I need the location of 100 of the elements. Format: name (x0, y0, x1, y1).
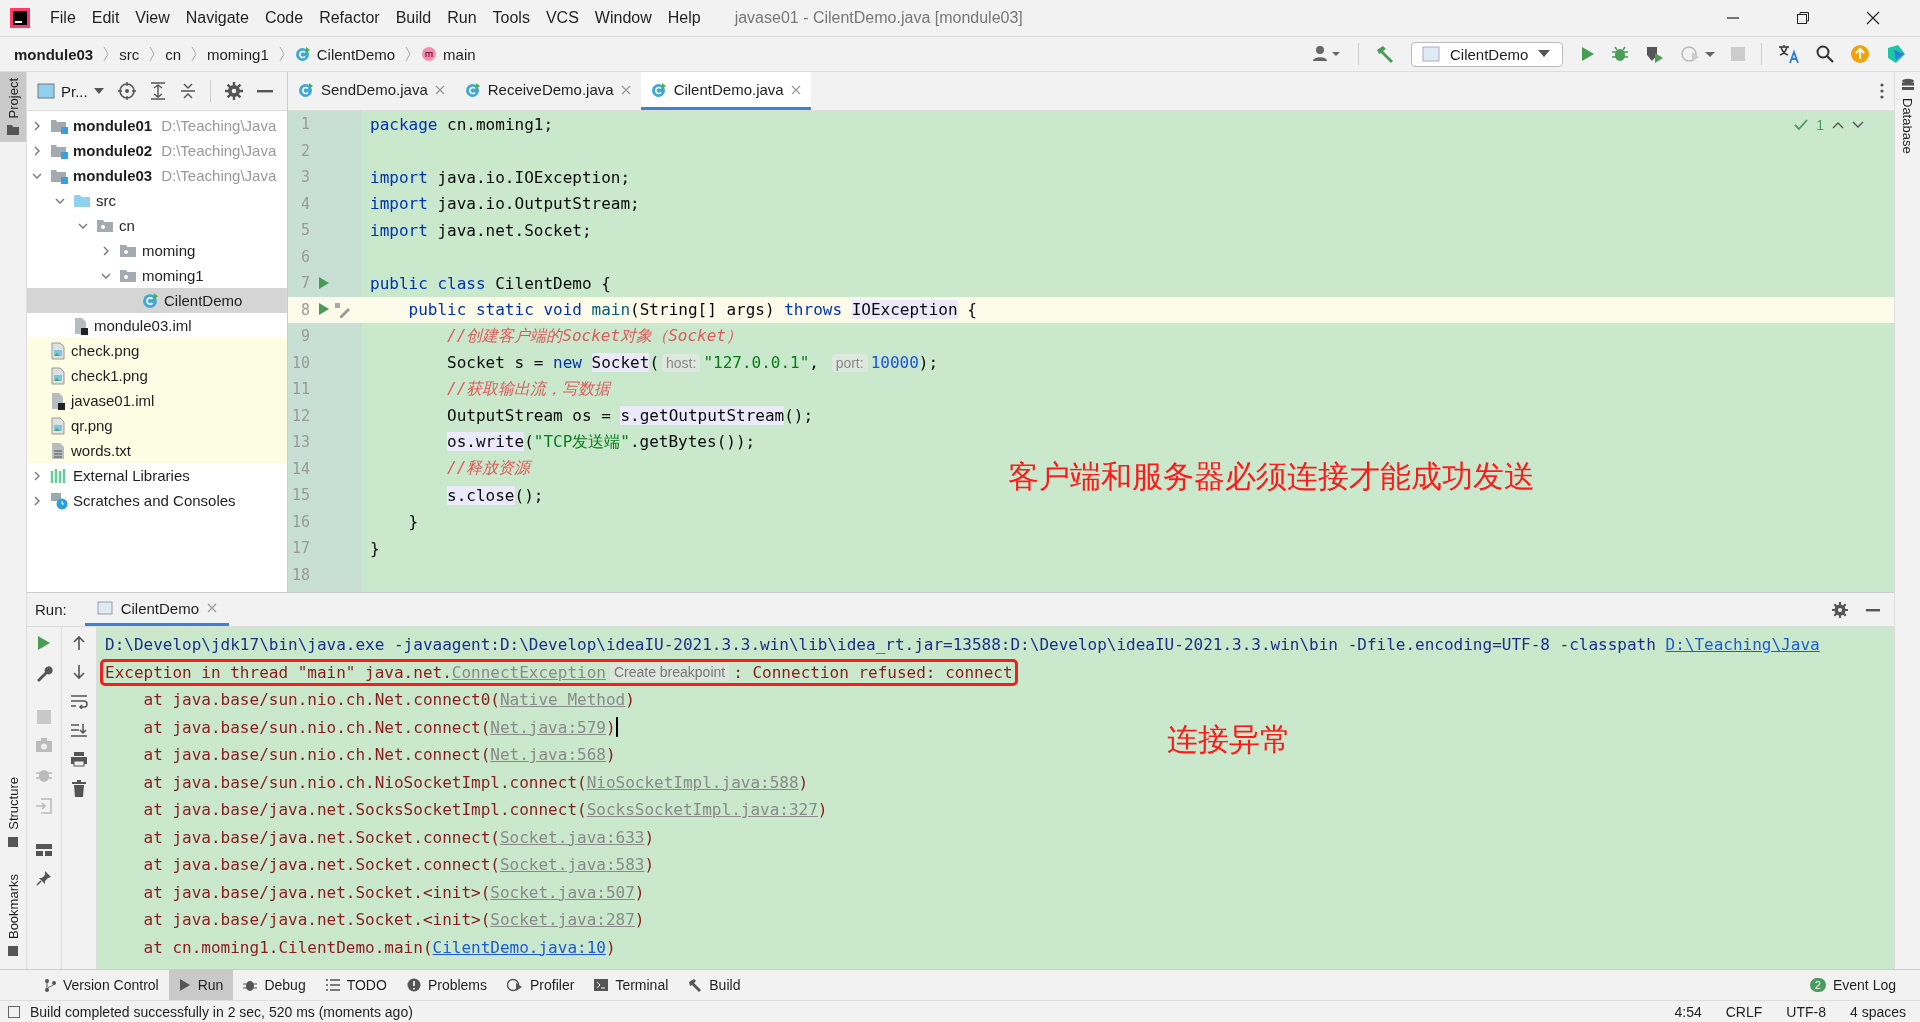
create-breakpoint-hint[interactable]: Create breakpoint (609, 663, 730, 682)
scroll-to-end-icon[interactable] (70, 722, 88, 738)
tool-window-button[interactable]: Debug (233, 970, 316, 1000)
tree-item[interactable]: words.txt (27, 438, 287, 463)
settings-icon[interactable] (1832, 601, 1848, 618)
soft-wrap-icon[interactable] (70, 693, 88, 709)
tool-window-button[interactable]: Version Control (34, 970, 169, 1000)
breadcrumb[interactable]: src (119, 45, 140, 63)
tool-window-button[interactable]: Run (168, 970, 234, 1000)
tree-item[interactable]: mondule03.iml (27, 313, 287, 338)
menu-item[interactable]: Window (586, 9, 660, 27)
minimize-panel-icon[interactable] (1866, 607, 1880, 612)
pin-icon[interactable] (36, 870, 52, 886)
override-pencil-icon[interactable] (334, 301, 350, 318)
event-log-button[interactable]: 2 Event Log (1799, 970, 1906, 1000)
expand-all-icon[interactable] (149, 82, 166, 100)
print-icon[interactable] (70, 751, 88, 767)
breadcrumb[interactable]: moming1 (207, 45, 269, 63)
chevron-down-icon[interactable] (1852, 121, 1864, 129)
tree-item[interactable]: moming1 (27, 263, 287, 288)
chevron-up-icon[interactable] (1832, 121, 1844, 129)
layout-icon[interactable] (35, 843, 53, 857)
tree-item[interactable]: mondule01 D:\Teaching\Java (27, 113, 287, 138)
tree-item[interactable]: Scratches and Consoles (27, 488, 287, 513)
tool-window-tab[interactable]: Structure (0, 771, 26, 854)
editor-tab[interactable]: ReceiveDemo.java (454, 72, 641, 110)
user-icon[interactable] (1312, 45, 1342, 63)
menu-item[interactable]: Refactor (311, 9, 388, 27)
minimize-panel-icon[interactable] (256, 89, 273, 93)
arrow-up-icon[interactable] (72, 635, 86, 651)
menu-item[interactable]: File (42, 9, 84, 27)
locate-icon[interactable] (117, 82, 136, 100)
status-item[interactable]: UTF-8 (1786, 1003, 1826, 1020)
breadcrumb[interactable]: main (443, 45, 476, 63)
coverage-icon[interactable] (1645, 45, 1665, 63)
tree-item[interactable]: javase01.iml (27, 388, 287, 413)
menu-item[interactable]: Tools (484, 9, 538, 27)
tree-item[interactable]: External Libraries (27, 463, 287, 488)
hammer-icon[interactable] (1375, 44, 1395, 64)
arrow-down-icon[interactable] (72, 664, 86, 680)
tool-window-tab[interactable]: Database (1895, 72, 1920, 160)
status-item[interactable]: CRLF (1725, 1003, 1763, 1020)
menu-item[interactable]: Help (659, 9, 709, 27)
wrench-icon[interactable] (35, 664, 53, 682)
console-text: at java.base/sun.nio.ch.NioSocketImpl.connect( (142, 772, 587, 792)
tool-window-button[interactable]: Profiler (497, 970, 585, 1000)
project-view-dropdown[interactable]: Pr... (37, 82, 104, 100)
profiler-icon[interactable] (1681, 45, 1715, 63)
tool-window-button[interactable]: Build (678, 970, 751, 1000)
menu-item[interactable]: Code (256, 9, 312, 27)
run-configuration-dropdown[interactable]: CilentDemo (1411, 41, 1563, 67)
run-icon[interactable] (318, 301, 330, 316)
code-text: import (370, 167, 428, 187)
search-icon[interactable] (1816, 45, 1834, 63)
settings-icon[interactable] (224, 82, 243, 100)
class-icon (142, 292, 159, 309)
tool-window-button[interactable]: Terminal (584, 970, 679, 1000)
run-icon[interactable] (1579, 46, 1595, 62)
app-logo-icon[interactable] (10, 8, 30, 28)
close-icon[interactable] (1866, 11, 1880, 25)
console-text: at java.base/java.net.Socket.<init>( (142, 910, 491, 930)
more-icon[interactable] (1880, 83, 1884, 99)
restore-icon[interactable] (1796, 11, 1810, 25)
editor-tab[interactable]: SendDemo.java (288, 72, 455, 110)
source-link[interactable]: D:\Teaching\Java (1665, 635, 1820, 655)
source-link[interactable]: CilentDemo.java:10 (432, 937, 606, 957)
breadcrumb[interactable]: mondule03 (14, 45, 94, 63)
tool-window-button[interactable]: TODO (315, 970, 397, 1000)
status-item[interactable]: 4 spaces (1849, 1003, 1906, 1020)
translate-icon[interactable] (1778, 44, 1800, 64)
tree-item[interactable]: check1.png (27, 363, 287, 388)
bug-icon[interactable] (1611, 45, 1629, 63)
tool-window-tab[interactable]: Project (0, 72, 26, 143)
menu-item[interactable]: Run (439, 9, 485, 27)
tree-item[interactable]: moming (27, 238, 287, 263)
tree-item[interactable]: mondule02 D:\Teaching\Java (27, 138, 287, 163)
tree-item[interactable]: CilentDemo (27, 288, 287, 313)
editor-tab[interactable]: CilentDemo.java (640, 72, 811, 110)
tool-window-button[interactable]: Problems (396, 970, 497, 1000)
line-number: 1 (299, 115, 310, 134)
run-icon[interactable] (37, 635, 51, 651)
collapse-all-icon[interactable] (179, 82, 196, 100)
tool-window-tab[interactable]: Bookmarks (0, 867, 26, 963)
breadcrumb[interactable]: CilentDemo (316, 45, 396, 63)
tree-item[interactable]: cn (27, 213, 287, 238)
trash-icon[interactable] (72, 780, 86, 798)
menu-item[interactable]: Edit (83, 9, 128, 27)
menu-item[interactable]: Navigate (177, 9, 257, 27)
breadcrumb[interactable]: cn (165, 45, 182, 63)
menu-item[interactable]: VCS (537, 9, 587, 27)
tree-item[interactable]: src (27, 188, 287, 213)
panel-toggle-icon[interactable] (8, 1005, 20, 1018)
image-file-icon (50, 341, 66, 360)
tree-item[interactable]: check.png (27, 338, 287, 363)
menu-item[interactable]: Build (387, 9, 440, 27)
plugin-logo-icon[interactable] (1886, 44, 1906, 64)
menu-item[interactable]: View (127, 9, 178, 27)
tree-item[interactable]: mondule03 D:\Teaching\Java (27, 163, 287, 188)
status-item[interactable]: 4:54 (1674, 1003, 1702, 1020)
tree-item[interactable]: qr.png (27, 413, 287, 438)
